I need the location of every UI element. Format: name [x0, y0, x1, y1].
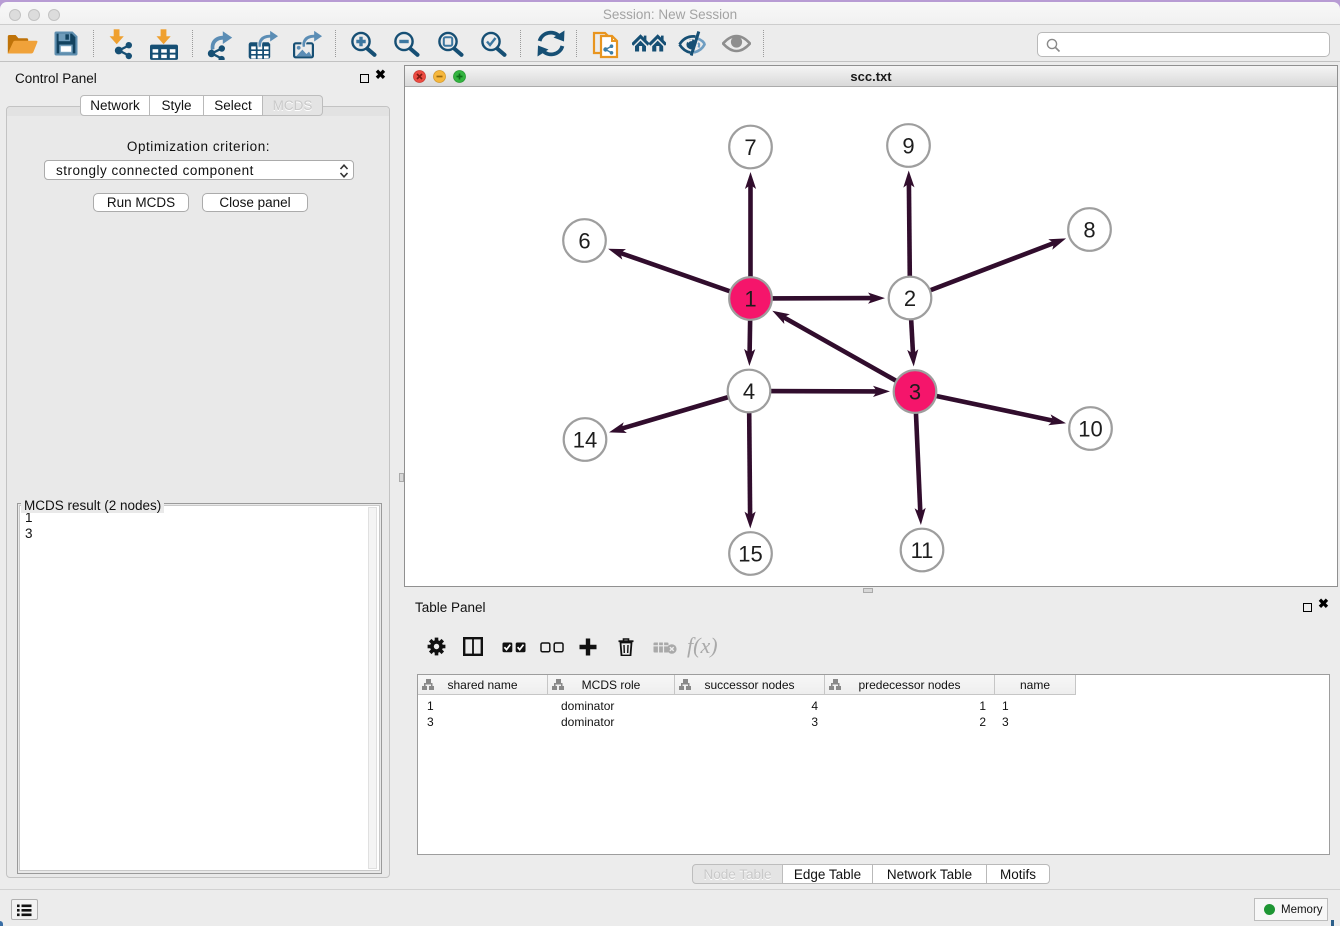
svg-text:15: 15 [738, 542, 762, 567]
svg-text:9: 9 [902, 134, 914, 159]
svg-text:2: 2 [904, 286, 916, 311]
svg-text:4: 4 [743, 379, 755, 404]
svg-text:1: 1 [744, 287, 756, 312]
svg-text:11: 11 [911, 538, 934, 563]
svg-text:7: 7 [744, 135, 756, 160]
svg-text:8: 8 [1083, 218, 1095, 243]
svg-text:6: 6 [578, 229, 590, 254]
svg-text:10: 10 [1078, 417, 1102, 442]
svg-text:3: 3 [909, 380, 921, 405]
svg-text:14: 14 [573, 428, 597, 453]
